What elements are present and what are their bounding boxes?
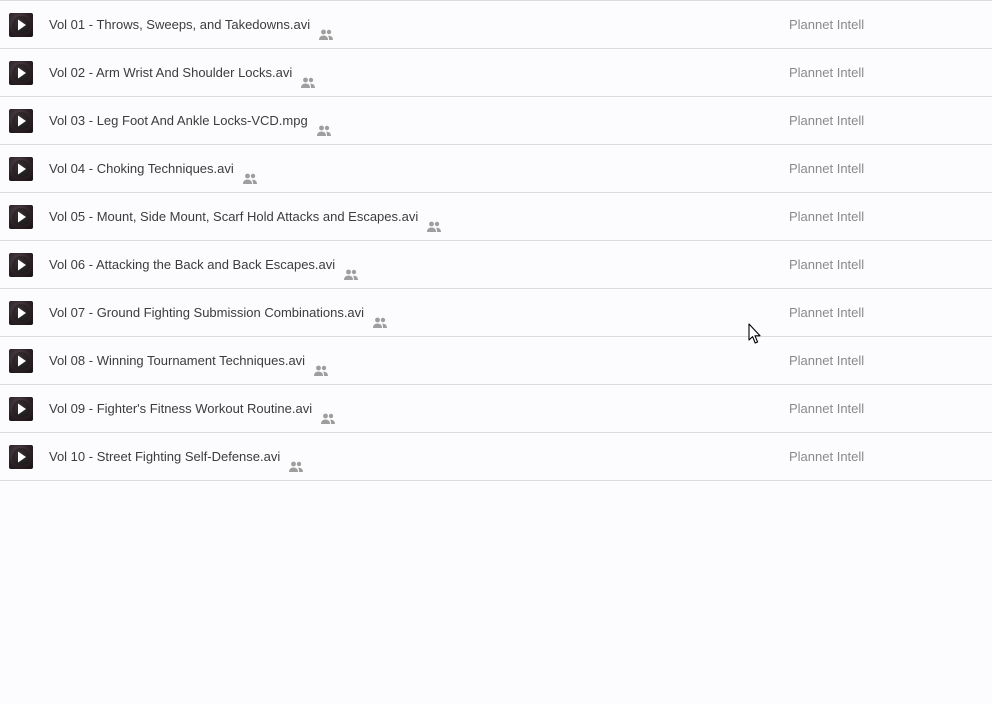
- file-list: Vol 01 - Throws, Sweeps, and Takedowns.a…: [0, 0, 992, 481]
- file-row[interactable]: Vol 04 - Choking Techniques.avi Plannet …: [0, 145, 992, 193]
- shared-people-icon: [242, 159, 258, 184]
- owner-name: Plannet Intell: [789, 449, 865, 464]
- video-thumbnail-icon: [9, 13, 33, 37]
- file-name-cell: Vol 08 - Winning Tournament Techniques.a…: [49, 337, 329, 384]
- file-name-cell: Vol 01 - Throws, Sweeps, and Takedowns.a…: [49, 1, 334, 48]
- owner-name: Plannet Intell: [789, 65, 865, 80]
- video-thumbnail-icon: [9, 301, 33, 325]
- file-row[interactable]: Vol 01 - Throws, Sweeps, and Takedowns.a…: [0, 1, 992, 49]
- video-thumbnail-icon: [9, 205, 33, 229]
- owner-name: Plannet Intell: [789, 161, 865, 176]
- owner-name: Plannet Intell: [789, 305, 865, 320]
- video-thumbnail-icon: [9, 61, 33, 85]
- owner-name: Plannet Intell: [789, 209, 865, 224]
- shared-people-icon: [288, 447, 304, 472]
- file-row[interactable]: Vol 02 - Arm Wrist And Shoulder Locks.av…: [0, 49, 992, 97]
- video-thumbnail-icon: [9, 157, 33, 181]
- file-row[interactable]: Vol 10 - Street Fighting Self-Defense.av…: [0, 433, 992, 481]
- shared-people-icon: [313, 351, 329, 376]
- owner-name: Plannet Intell: [789, 401, 865, 416]
- file-row[interactable]: Vol 05 - Mount, Side Mount, Scarf Hold A…: [0, 193, 992, 241]
- file-name-cell: Vol 03 - Leg Foot And Ankle Locks-VCD.mp…: [49, 97, 332, 144]
- file-name-cell: Vol 04 - Choking Techniques.avi: [49, 145, 258, 192]
- file-name: Vol 03 - Leg Foot And Ankle Locks-VCD.mp…: [49, 113, 308, 128]
- owner-name: Plannet Intell: [789, 113, 865, 128]
- video-thumbnail-icon: [9, 397, 33, 421]
- file-row[interactable]: Vol 09 - Fighter's Fitness Workout Routi…: [0, 385, 992, 433]
- file-name: Vol 10 - Street Fighting Self-Defense.av…: [49, 449, 281, 464]
- file-name: Vol 01 - Throws, Sweeps, and Takedowns.a…: [49, 17, 311, 32]
- video-thumbnail-icon: [9, 109, 33, 133]
- file-name: Vol 02 - Arm Wrist And Shoulder Locks.av…: [49, 65, 293, 80]
- file-row[interactable]: Vol 03 - Leg Foot And Ankle Locks-VCD.mp…: [0, 97, 992, 145]
- video-thumbnail-icon: [9, 445, 33, 469]
- file-row[interactable]: Vol 08 - Winning Tournament Techniques.a…: [0, 337, 992, 385]
- file-name-cell: Vol 06 - Attacking the Back and Back Esc…: [49, 241, 359, 288]
- shared-people-icon: [316, 111, 332, 136]
- file-row[interactable]: Vol 06 - Attacking the Back and Back Esc…: [0, 241, 992, 289]
- owner-name: Plannet Intell: [789, 257, 865, 272]
- shared-people-icon: [426, 207, 442, 232]
- file-name-cell: Vol 10 - Street Fighting Self-Defense.av…: [49, 433, 304, 480]
- file-row[interactable]: Vol 07 - Ground Fighting Submission Comb…: [0, 289, 992, 337]
- shared-people-icon: [320, 399, 336, 424]
- shared-people-icon: [318, 15, 334, 40]
- file-name-cell: Vol 05 - Mount, Side Mount, Scarf Hold A…: [49, 193, 442, 240]
- owner-name: Plannet Intell: [789, 353, 865, 368]
- shared-people-icon: [372, 303, 388, 328]
- file-name-cell: Vol 02 - Arm Wrist And Shoulder Locks.av…: [49, 49, 316, 96]
- file-name: Vol 06 - Attacking the Back and Back Esc…: [49, 257, 336, 272]
- shared-people-icon: [343, 255, 359, 280]
- video-thumbnail-icon: [9, 349, 33, 373]
- shared-people-icon: [300, 63, 316, 88]
- file-name: Vol 08 - Winning Tournament Techniques.a…: [49, 353, 306, 368]
- file-name-cell: Vol 09 - Fighter's Fitness Workout Routi…: [49, 385, 336, 432]
- owner-name: Plannet Intell: [789, 17, 865, 32]
- file-name: Vol 07 - Ground Fighting Submission Comb…: [49, 305, 365, 320]
- file-name: Vol 04 - Choking Techniques.avi: [49, 161, 234, 176]
- file-name-cell: Vol 07 - Ground Fighting Submission Comb…: [49, 289, 388, 336]
- file-name: Vol 05 - Mount, Side Mount, Scarf Hold A…: [49, 209, 419, 224]
- file-name: Vol 09 - Fighter's Fitness Workout Routi…: [49, 401, 313, 416]
- video-thumbnail-icon: [9, 253, 33, 277]
